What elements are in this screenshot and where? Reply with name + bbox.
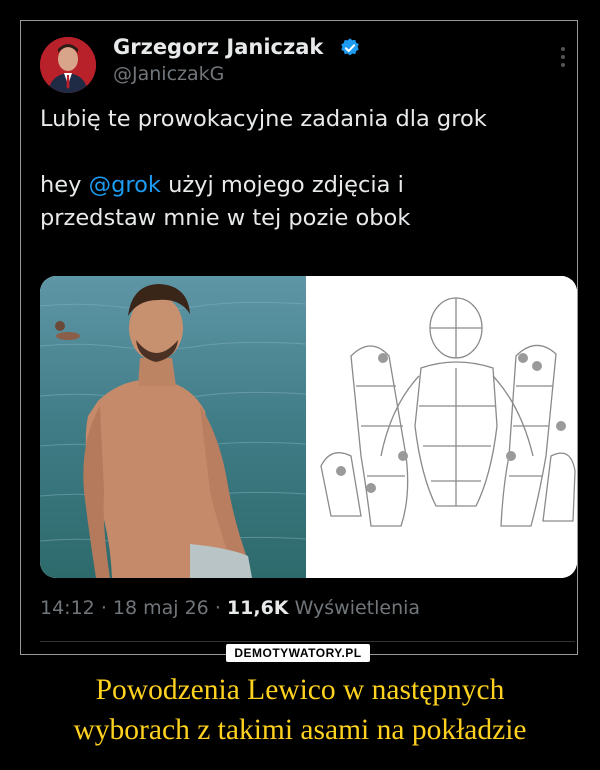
post-meta: 14:12 · 18 maj 26 · 11,6K Wyświetlenia: [40, 597, 420, 619]
tweet-line-2: hey @grok użyj mojego zdjęcia i: [40, 172, 404, 198]
divider: [40, 641, 575, 642]
views-count: 11,6K: [226, 597, 289, 619]
caption: Powodzenia Lewico w następnych wyborach …: [0, 670, 600, 750]
post-date[interactable]: 18 maj 26: [113, 597, 209, 619]
meta-separator: ·: [214, 597, 221, 619]
post-time[interactable]: 14:12: [40, 597, 95, 619]
photo-man-at-sea[interactable]: [40, 276, 306, 578]
mention-link[interactable]: @grok: [89, 172, 161, 198]
post-frame: Grzegorz Janiczak @JaniczakG Lubię te pr…: [20, 20, 578, 655]
tweet-text: Lubię te prowokacyjne zadania dla grok h…: [40, 103, 565, 235]
author-handle[interactable]: @JaniczakG: [113, 63, 224, 85]
author-avatar[interactable]: [40, 37, 96, 93]
views-label: Wyświetlenia: [294, 597, 421, 619]
author-name[interactable]: Grzegorz Janiczak: [113, 35, 323, 59]
demotywatory-logo[interactable]: DEMOTYWATORY.PL: [226, 644, 370, 662]
media-grid[interactable]: [40, 276, 577, 578]
caption-line-2: wyborach z takimi asami na pokładzie: [73, 714, 527, 746]
caption-line-1: Powodzenia Lewico w następnych: [95, 674, 505, 706]
verified-icon: [341, 38, 359, 56]
meta-separator: ·: [100, 597, 107, 619]
more-options-icon[interactable]: [561, 47, 565, 67]
pose-reference-sketch[interactable]: [311, 276, 577, 578]
tweet-line-1: Lubię te prowokacyjne zadania dla grok: [40, 106, 487, 132]
tweet-line-3: przedstaw mnie w tej pozie obok: [40, 205, 411, 231]
